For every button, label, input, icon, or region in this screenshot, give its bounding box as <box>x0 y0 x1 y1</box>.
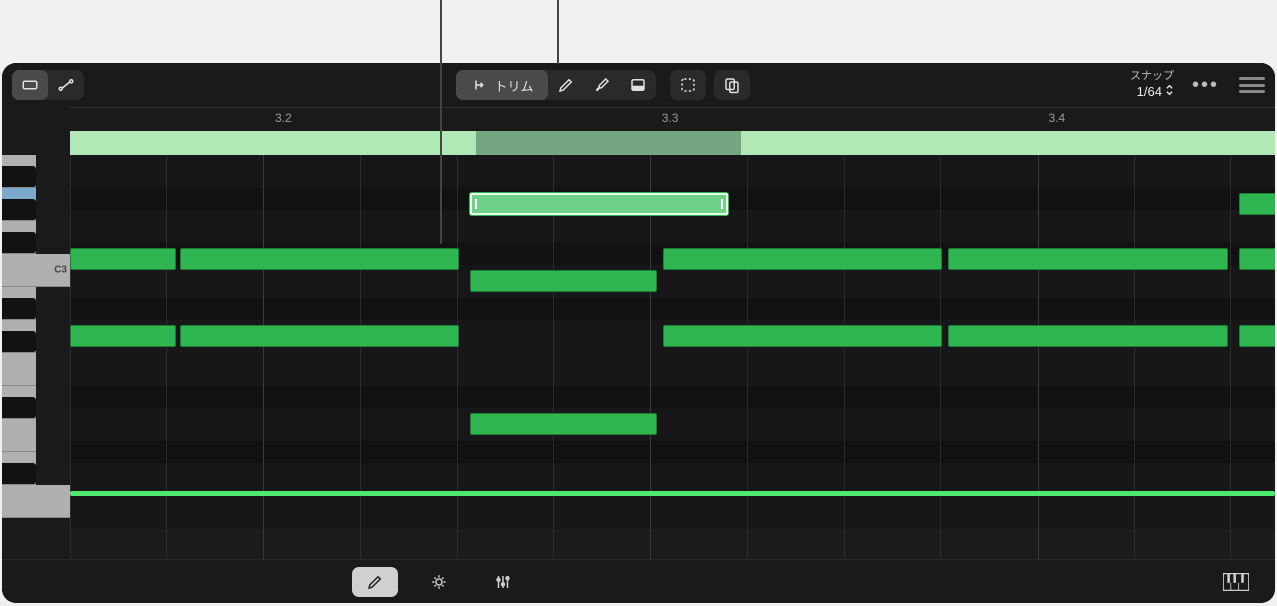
automation-curve-icon <box>57 76 75 94</box>
piano-black-key[interactable] <box>2 232 36 254</box>
piano-black-key[interactable] <box>2 199 36 221</box>
midi-note[interactable] <box>70 248 176 270</box>
edit-pencil-icon <box>366 573 384 591</box>
automation-view-button[interactable] <box>48 70 84 100</box>
pencil-icon <box>557 76 575 94</box>
midi-note[interactable] <box>470 270 657 292</box>
bottom-toolbar <box>2 559 1275 603</box>
grid-row <box>70 353 1275 386</box>
mixer-button[interactable] <box>480 567 526 597</box>
grid-line <box>747 155 748 559</box>
copy-regions-icon <box>723 76 741 94</box>
velocity-panel-icon <box>629 76 647 94</box>
musical-keyboard-icon <box>1223 573 1249 591</box>
grid-line <box>1134 155 1135 559</box>
notes-view-button[interactable] <box>12 70 48 100</box>
midi-note[interactable] <box>663 325 943 347</box>
snap-value: 1/64 <box>1137 84 1162 100</box>
region-overview[interactable] <box>70 131 1275 155</box>
snap-label: スナップ <box>1130 70 1174 83</box>
piano-roll-editor: トリム <box>2 63 1275 603</box>
grid-row <box>70 496 1275 529</box>
midi-note[interactable] <box>70 325 176 347</box>
more-menu-button[interactable]: ••• <box>1186 70 1225 100</box>
pencil-tool-button[interactable] <box>548 70 584 100</box>
more-icon: ••• <box>1186 74 1225 97</box>
brush-tool-button[interactable] <box>584 70 620 100</box>
piano-white-key[interactable] <box>2 485 70 518</box>
chevron-up-down-icon <box>1165 83 1174 101</box>
grid-line <box>166 155 167 559</box>
midi-note-selected[interactable] <box>470 193 728 215</box>
midi-note[interactable] <box>1239 325 1275 347</box>
grid-line <box>457 155 458 559</box>
note-grid[interactable] <box>70 155 1275 559</box>
grid-row <box>70 408 1275 441</box>
musical-keyboard-button[interactable] <box>1213 567 1259 597</box>
grid-line <box>1230 155 1231 559</box>
grid-line <box>263 155 264 559</box>
midi-note[interactable] <box>70 491 1275 496</box>
piano-white-key[interactable]: C3 <box>2 254 70 287</box>
piano-black-key[interactable] <box>2 397 36 419</box>
snap-setting[interactable]: スナップ 1/64 <box>1130 70 1178 101</box>
playhead-options-icon <box>430 573 448 591</box>
mixer-sliders-icon <box>494 573 512 591</box>
piano-black-key[interactable] <box>2 298 36 320</box>
midi-note[interactable] <box>180 248 460 270</box>
playhead-mode-button[interactable] <box>416 567 462 597</box>
editor-toolbar: トリム <box>2 63 1275 107</box>
brush-icon <box>593 76 611 94</box>
midi-note[interactable] <box>663 248 943 270</box>
note-grid-area: C3 <box>2 155 1275 559</box>
grid-line <box>650 155 651 559</box>
midi-note[interactable] <box>1239 193 1275 215</box>
velocity-tool-button[interactable] <box>620 70 656 100</box>
grid-line <box>940 155 941 559</box>
marquee-select-button[interactable] <box>670 70 706 100</box>
marquee-select-icon <box>679 76 697 94</box>
drag-handle[interactable] <box>1239 77 1265 93</box>
time-ruler[interactable]: 3.2 3.3 3.4 <box>70 107 1275 131</box>
piano-white-key[interactable] <box>2 419 36 452</box>
grid-row <box>70 155 1275 188</box>
trim-icon <box>470 76 488 94</box>
trim-tool-label: トリム <box>494 76 533 95</box>
trim-tool-button[interactable]: トリム <box>456 70 547 100</box>
ruler-tick-label: 3.3 <box>662 111 679 125</box>
ruler-tick-label: 3.2 <box>275 111 292 125</box>
view-rect-icon <box>21 76 39 94</box>
grab-handle-icon <box>1239 77 1265 80</box>
region-loop-indicator <box>476 131 741 155</box>
piano-black-key[interactable] <box>2 166 36 188</box>
grid-line <box>1038 155 1039 559</box>
piano-black-key[interactable] <box>2 463 36 485</box>
midi-note[interactable] <box>948 325 1228 347</box>
midi-note[interactable] <box>470 413 657 435</box>
grid-line <box>360 155 361 559</box>
piano-key-label: C3 <box>54 265 67 276</box>
piano-keyboard[interactable]: C3 <box>2 155 70 559</box>
edit-mode-button[interactable] <box>352 567 398 597</box>
grid-line <box>844 155 845 559</box>
piano-black-key[interactable] <box>2 331 36 353</box>
ruler-tick-label: 3.4 <box>1049 111 1066 125</box>
midi-note[interactable] <box>948 248 1228 270</box>
piano-white-key[interactable] <box>2 353 36 386</box>
midi-note[interactable] <box>1239 248 1275 270</box>
grid-line <box>553 155 554 559</box>
grid-line <box>70 155 71 559</box>
midi-note[interactable] <box>180 325 460 347</box>
copy-button[interactable] <box>714 70 750 100</box>
